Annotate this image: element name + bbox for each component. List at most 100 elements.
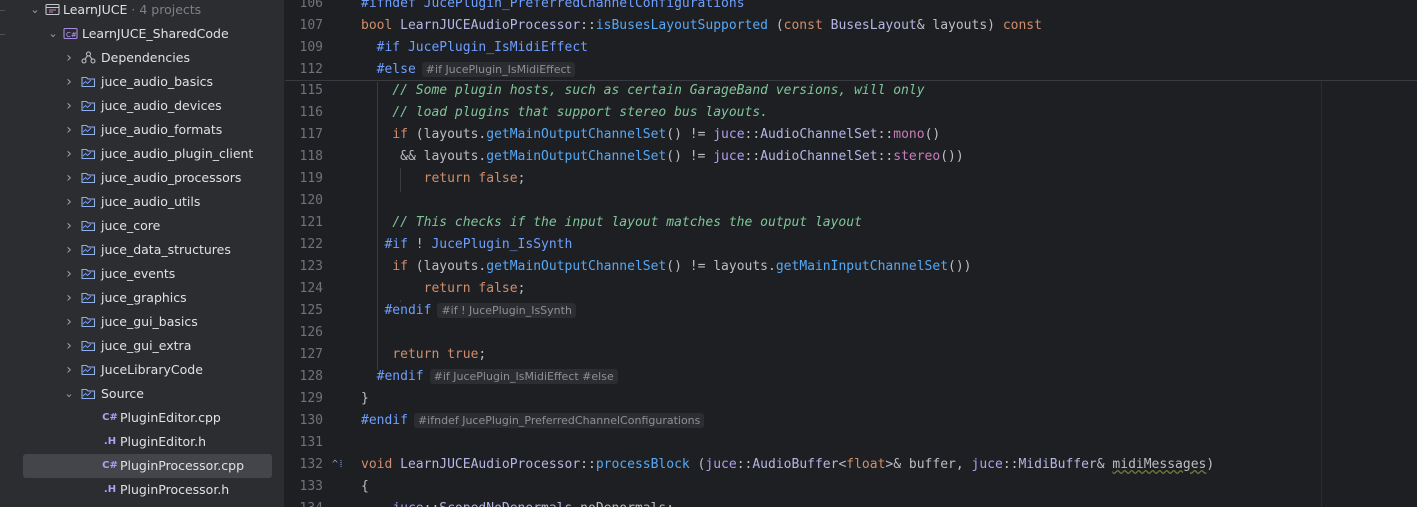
- tree-item-juce-core[interactable]: › juce_core: [0, 214, 284, 238]
- code-line-127[interactable]: 127 return true;: [285, 344, 1417, 366]
- line-number[interactable]: 134: [285, 498, 323, 507]
- chevron-right-icon[interactable]: ›: [62, 142, 76, 166]
- tree-item-source[interactable]: ⌄ Source: [0, 382, 284, 406]
- chevron-down-icon[interactable]: ⌄: [28, 0, 42, 22]
- code-line-130[interactable]: 130 #endif #ifndef JucePlugin_PreferredCha…: [285, 410, 1417, 432]
- chevron-right-icon[interactable]: ›: [62, 118, 76, 142]
- tree-item-juce-audio-formats[interactable]: › juce_audio_formats: [0, 118, 284, 142]
- line-number[interactable]: 132: [285, 454, 323, 476]
- line-number[interactable]: 130: [285, 410, 323, 432]
- chevron-right-icon[interactable]: ›: [62, 334, 76, 358]
- line-code: && layouts.getMainOutputChannelSet() != …: [361, 149, 964, 164]
- code-line-120[interactable]: 120: [285, 190, 1417, 212]
- tree-item-pluginprocessor-h[interactable]: .H PluginProcessor.h: [0, 478, 284, 502]
- tree-item-juce-graphics[interactable]: › juce_graphics: [0, 286, 284, 310]
- chevron-right-icon[interactable]: ›: [62, 262, 76, 286]
- chevron-down-icon[interactable]: ⌄: [62, 382, 76, 406]
- line-number[interactable]: 127: [285, 344, 323, 366]
- sticky-line-109[interactable]: 109 #if JucePlugin_IsMidiEffect: [285, 37, 1417, 59]
- chevron-right-icon[interactable]: ›: [62, 358, 76, 382]
- line-code: if (layouts.getMainOutputChannelSet() !=…: [392, 259, 972, 274]
- tree-item-juce-audio-devices[interactable]: › juce_audio_devices: [0, 94, 284, 118]
- line-number[interactable]: 122: [285, 234, 323, 256]
- sticky-line-106[interactable]: 106 #ifndef JucePlugin_PreferredChannelCo…: [285, 0, 1417, 15]
- chevron-right-icon[interactable]: ›: [62, 166, 76, 190]
- chevron-right-icon[interactable]: ›: [62, 46, 76, 70]
- line-number[interactable]: 121: [285, 212, 323, 234]
- line-number[interactable]: 118: [285, 146, 323, 168]
- tree-item-plugineditor-cpp[interactable]: C# PluginEditor.cpp: [0, 406, 284, 430]
- tree-item-juce-gui-basics[interactable]: › juce_gui_basics: [0, 310, 284, 334]
- tree-item-label: juce_data_structures: [101, 242, 231, 257]
- code-editor[interactable]: 115 // Some plugin hosts, such as certai…: [285, 0, 1417, 507]
- tree-item-label: Dependencies: [101, 50, 190, 65]
- line-code: }: [361, 391, 369, 406]
- line-number[interactable]: 129: [285, 388, 323, 410]
- code-line-124[interactable]: 124 return false;: [285, 278, 1417, 300]
- line-number[interactable]: 124: [285, 278, 323, 300]
- line-number[interactable]: 120: [285, 190, 323, 212]
- tree-item-label: PluginProcessor.h: [120, 482, 230, 497]
- code-line-115[interactable]: 115 // Some plugin hosts, such as certai…: [285, 80, 1417, 102]
- line-number[interactable]: 107: [285, 15, 323, 37]
- chevron-right-icon[interactable]: ›: [62, 190, 76, 214]
- code-line-126[interactable]: 126: [285, 322, 1417, 344]
- line-number[interactable]: 117: [285, 124, 323, 146]
- code-line-117[interactable]: 117 if (layouts.getMainOutputChannelSet(…: [285, 124, 1417, 146]
- line-number[interactable]: 109: [285, 37, 323, 59]
- tree-item-learnjuce[interactable]: ⌄ LearnJUCE · 4 projects: [0, 0, 284, 22]
- chevron-right-icon[interactable]: ›: [62, 310, 76, 334]
- code-line-116[interactable]: 116 // load plugins that support stereo …: [285, 102, 1417, 124]
- tree-item-juce-data-structures[interactable]: › juce_data_structures: [0, 238, 284, 262]
- code-line-122[interactable]: 122 #if ! JucePlugin_IsSynth: [285, 234, 1417, 256]
- line-number[interactable]: 131: [285, 432, 323, 454]
- tree-item-label: juce_audio_plugin_client: [101, 146, 254, 161]
- line-number[interactable]: 125: [285, 300, 323, 322]
- code-line-129[interactable]: 129}: [285, 388, 1417, 410]
- code-line-119[interactable]: 119 return false;: [285, 168, 1417, 190]
- chevron-right-icon[interactable]: ›: [62, 238, 76, 262]
- line-number[interactable]: 123: [285, 256, 323, 278]
- tree-item-juce-gui-extra[interactable]: › juce_gui_extra: [0, 334, 284, 358]
- line-number[interactable]: 106: [285, 0, 323, 15]
- code-line-133[interactable]: 133 {: [285, 476, 1417, 498]
- code-line-125[interactable]: 125 #endif #if ! JucePlugin_IsSynth: [285, 300, 1417, 322]
- line-number[interactable]: 133: [285, 476, 323, 498]
- tree-item-juce-audio-basics[interactable]: › juce_audio_basics: [0, 70, 284, 94]
- chevron-right-icon[interactable]: ›: [62, 214, 76, 238]
- line-number[interactable]: 112: [285, 59, 323, 81]
- sticky-scroll-divider: [285, 80, 1417, 81]
- tree-item-label: PluginProcessor.cpp: [120, 458, 245, 473]
- line-code: #else #if JucePlugin_IsMidiEffect: [361, 59, 575, 81]
- line-number[interactable]: 115: [285, 80, 323, 102]
- chevron-right-icon[interactable]: ›: [62, 70, 76, 94]
- code-line-123[interactable]: 123 if (layouts.getMainOutputChannelSet(…: [285, 256, 1417, 278]
- code-line-131[interactable]: 131: [285, 432, 1417, 454]
- tree-item-jucelibrarycode[interactable]: › JuceLibraryCode: [0, 358, 284, 382]
- sticky-line-107[interactable]: 107 bool LearnJUCEAudioProcessor::isBuses…: [285, 15, 1417, 37]
- tree-item-pluginprocessor-cpp[interactable]: C# PluginProcessor.cpp: [0, 454, 284, 478]
- tree-item-juce-audio-plugin-client[interactable]: › juce_audio_plugin_client: [0, 142, 284, 166]
- tree-item-juce-audio-processors[interactable]: › juce_audio_processors: [0, 166, 284, 190]
- line-number[interactable]: 128: [285, 366, 323, 388]
- tree-item-learnjuce-sharedcode[interactable]: ⌄ C# LearnJUCE_SharedCode: [0, 22, 284, 46]
- tree-item-juce-events[interactable]: › juce_events: [0, 262, 284, 286]
- chevron-right-icon[interactable]: ›: [62, 94, 76, 118]
- sticky-line-112[interactable]: 112 #else #if JucePlugin_IsMidiEffect: [285, 59, 1417, 81]
- line-number[interactable]: 116: [285, 102, 323, 124]
- tree-item-label: LearnJUCE · 4 projects: [63, 2, 202, 17]
- folder-icon: [80, 238, 96, 262]
- code-line-121[interactable]: 121 // This checks if the input layout m…: [285, 212, 1417, 234]
- folder-icon: [80, 358, 96, 382]
- line-number[interactable]: 119: [285, 168, 323, 190]
- chevron-right-icon[interactable]: ›: [62, 286, 76, 310]
- tree-item-juce-audio-utils[interactable]: › juce_audio_utils: [0, 190, 284, 214]
- code-line-132[interactable]: 132 ^ ⁞ void LearnJUCEAudioProcessor::proce…: [285, 454, 1417, 476]
- tree-item-plugineditor-h[interactable]: .H PluginEditor.h: [0, 430, 284, 454]
- code-line-118[interactable]: 118 && layouts.getMainOutputChannelSet()…: [285, 146, 1417, 168]
- line-number[interactable]: 126: [285, 322, 323, 344]
- chevron-down-icon[interactable]: ⌄: [46, 22, 60, 46]
- code-line-128[interactable]: 128 #endif #if JucePlugin_IsMidiEffect #e…: [285, 366, 1417, 388]
- code-line-134[interactable]: 134 juce::ScopedNoDenormals noDenormals;: [285, 498, 1417, 507]
- tree-item-dependencies[interactable]: › Dependencies: [0, 46, 284, 70]
